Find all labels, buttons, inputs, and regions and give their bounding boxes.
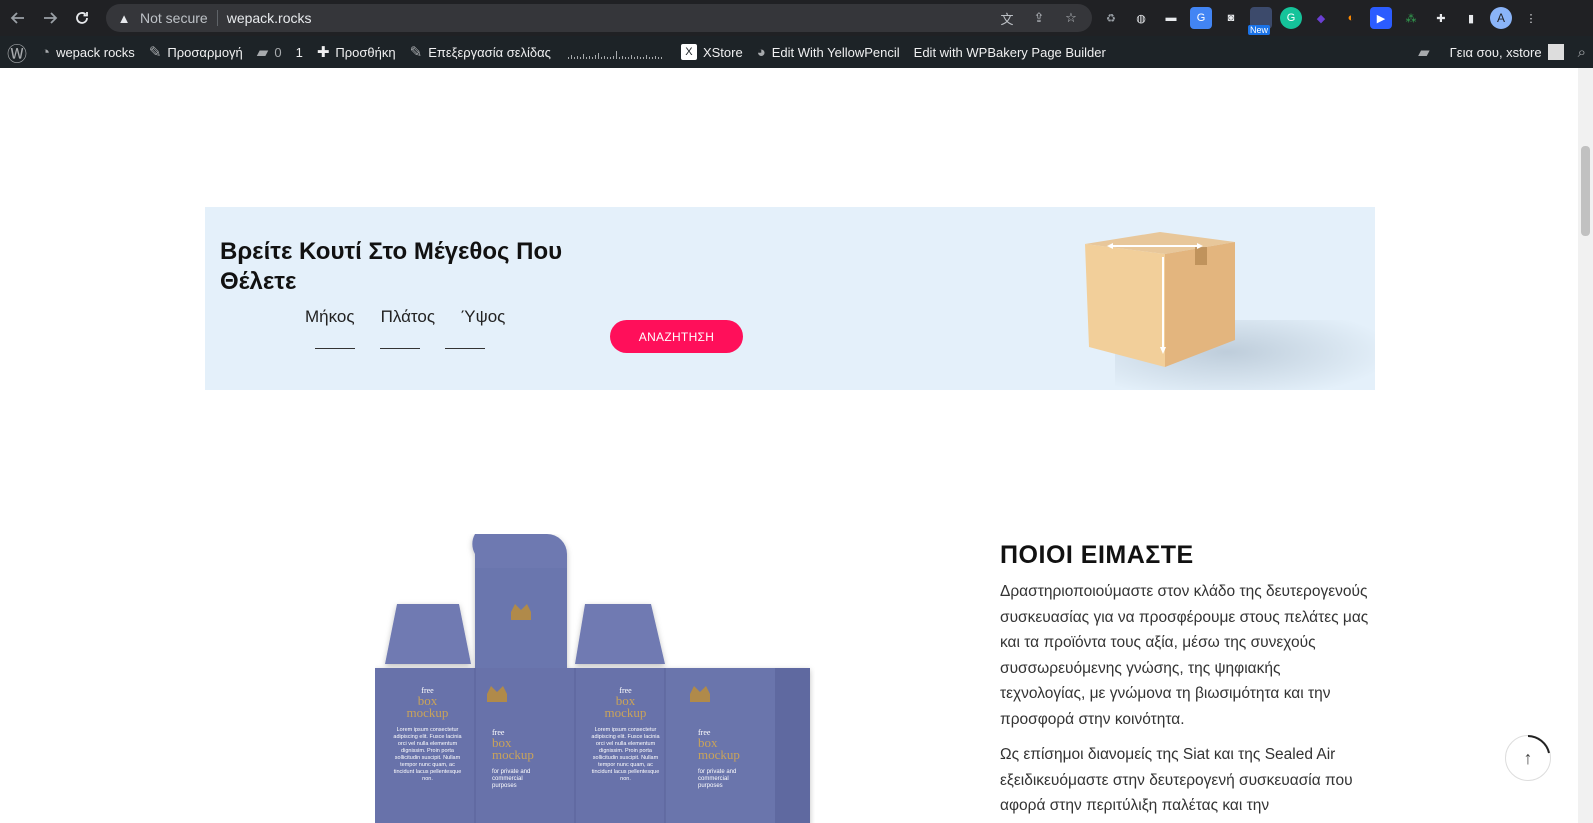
wordpress-logo-item[interactable]: Ⓦ <box>0 36 34 68</box>
mockup-lorem-1: Lorem ipsum consectetur adipiscing elit.… <box>393 727 462 782</box>
search-section-title: Βρείτε Κουτί Στο Μέγεθος Που Θέλετε <box>220 238 563 295</box>
browser-toolbar: ▲ Not secure wepack.rocks 文 ⇪ ☆ ♻ ◍ ▬ G … <box>0 0 1593 36</box>
forward-icon[interactable] <box>36 4 64 32</box>
translate-icon[interactable]: 文 <box>998 9 1016 27</box>
mockup-private-2: for private and commercial purposes <box>492 769 531 789</box>
side-panel-icon[interactable]: ▮ <box>1460 7 1482 29</box>
xstore-icon: X <box>680 44 697 60</box>
mockup-mockup-1: mockup <box>406 705 449 720</box>
page-scrollbar[interactable] <box>1578 68 1593 823</box>
about-title: ΠΟΙΟΙ ΕΙΜΑΣΤΕ <box>1000 541 1194 569</box>
brush-icon: ✎ <box>148 44 162 61</box>
reload-icon[interactable] <box>68 4 96 32</box>
back-icon[interactable] <box>4 4 32 32</box>
yellowpencil-label: Edit With YellowPencil <box>771 44 900 60</box>
scroll-progress-ring <box>1527 735 1550 754</box>
wpbakery-item[interactable]: Edit with WPBakery Page Builder <box>907 36 1113 68</box>
mockup-lorem-3: Lorem ipsum consectetur adipiscing elit.… <box>591 727 660 782</box>
pencil-icon: ✎ <box>409 44 423 61</box>
mockup-mockup-2: mockup <box>492 747 534 762</box>
mockup-panel-2: free box mockup for private and commerci… <box>492 728 562 790</box>
notifications-item[interactable]: ▰ <box>1411 36 1443 68</box>
about-paragraph-2: Ως επίσημοι διανομείς της Siat και της S… <box>1000 746 1353 814</box>
search-button[interactable]: ΑΝΑΖΗΤΗΣΗ <box>610 320 743 353</box>
cardboard-box-image <box>1085 232 1235 367</box>
globe-ext-icon[interactable]: ◍ <box>1130 7 1152 29</box>
new-ext-icon[interactable] <box>1248 7 1272 35</box>
dots-ext-icon[interactable]: ⁂ <box>1400 7 1422 29</box>
translate-ext-icon[interactable]: G <box>1190 7 1212 29</box>
user-avatar <box>1547 44 1564 60</box>
search-icon: ⌕ <box>1577 43 1586 61</box>
customize-label: Προσαρμογή <box>167 44 243 60</box>
edit-page-item[interactable]: ✎ Επεξεργασία σελίδας <box>403 36 558 68</box>
mockup-mockup-4: mockup <box>698 747 740 762</box>
about-text: Δραστηριοποιούμαστε στον κλάδο της δευτε… <box>1000 579 1370 823</box>
site-name-label: wepack rocks <box>56 44 135 60</box>
dashboard-icon: ◔ <box>41 43 51 61</box>
about-paragraph-1: Δραστηριοποιούμαστε στον κλάδο της δευτε… <box>1000 583 1369 728</box>
xstore-label: XStore <box>702 44 743 60</box>
width-input[interactable] <box>380 335 420 349</box>
separator <box>216 10 218 26</box>
print-ext-icon[interactable]: ▬ <box>1160 7 1182 29</box>
video-ext-icon[interactable]: ▶ <box>1370 7 1392 29</box>
wordpress-icon: Ⓦ <box>7 43 27 66</box>
chat-icon: ▰ <box>1418 44 1430 61</box>
mockup-panel-4: free box mockup for private and commerci… <box>698 728 768 790</box>
palette-icon: ◕ <box>756 43 766 61</box>
comments-count: 0 <box>274 44 282 60</box>
bookmark-star-icon[interactable]: ☆ <box>1062 9 1080 27</box>
length-label: Μήκος <box>305 307 355 326</box>
search-item[interactable]: ⌕ <box>1571 36 1593 68</box>
edit-page-label: Επεξεργασία σελίδας <box>428 44 551 60</box>
url-text[interactable]: wepack.rocks <box>227 10 312 26</box>
length-input[interactable] <box>315 335 355 349</box>
new-content-label: Προσθήκη <box>335 44 396 60</box>
page-content: Βρείτε Κουτί Στο Μέγεθος Που Θέλετε Μήκο… <box>0 68 1578 823</box>
updates-count: 1 <box>295 44 303 60</box>
customize-item[interactable]: ✎ Προσαρμογή <box>142 36 250 68</box>
camera-ext-icon[interactable]: ◙ <box>1220 7 1242 29</box>
plus-icon: ✚ <box>316 44 330 61</box>
greeting-label: Γεια σου, xstore <box>1449 44 1542 60</box>
stats-sparkline[interactable] <box>567 45 664 59</box>
menu-kebab-icon[interactable]: ⋮ <box>1520 7 1542 29</box>
address-bar[interactable]: ▲ Not secure wepack.rocks 文 ⇪ ☆ <box>106 4 1092 32</box>
width-label: Πλάτος <box>380 307 436 326</box>
wpbakery-label: Edit with WPBakery Page Builder <box>913 44 1106 60</box>
warning-icon: ▲ <box>117 10 131 26</box>
mockup-panel-3: free box mockup Lorem ipsum consectetur … <box>588 686 663 783</box>
extensions-puzzle-icon[interactable]: ✚ <box>1430 7 1452 29</box>
new-content-item[interactable]: ✚ Προσθήκη <box>310 36 403 68</box>
mockup-mockup-3: mockup <box>604 705 647 720</box>
mockup-panel-1: free box mockup Lorem ipsum consectetur … <box>390 686 465 783</box>
share-icon[interactable]: ⇪ <box>1030 9 1048 27</box>
height-input[interactable] <box>445 335 485 349</box>
height-label: Ύψος <box>461 307 506 326</box>
moon-ext-icon[interactable]: ◐ <box>1340 7 1362 29</box>
comments-item[interactable]: ▰ 0 <box>250 36 289 68</box>
grammarly-icon[interactable]: G <box>1280 7 1302 29</box>
comment-icon: ▰ <box>256 44 269 61</box>
site-name-item[interactable]: ◔ wepack rocks <box>34 36 142 68</box>
box-size-search-section: Βρείτε Κουτί Στο Μέγεθος Που Θέλετε Μήκο… <box>205 207 1375 390</box>
updates-item[interactable]: 1 <box>289 36 310 68</box>
dimension-labels: Μήκος Πλάτος Ύψος <box>305 307 505 327</box>
recycle-ext-icon[interactable]: ♻ <box>1100 7 1122 29</box>
profile-avatar[interactable]: A <box>1490 7 1512 29</box>
security-label: Not secure <box>140 10 208 26</box>
xstore-item[interactable]: X XStore <box>674 36 750 68</box>
mockup-private-4: for private and commercial purposes <box>698 769 737 789</box>
wp-admin-bar: Ⓦ ◔ wepack rocks ✎ Προσαρμογή ▰ 0 1 ✚ Πρ… <box>0 36 1593 68</box>
scrollbar-thumb[interactable] <box>1581 146 1590 236</box>
account-item[interactable]: Γεια σου, xstore <box>1443 36 1571 68</box>
gem-ext-icon[interactable]: ◆ <box>1310 7 1332 29</box>
yellowpencil-item[interactable]: ◕ Edit With YellowPencil <box>750 36 907 68</box>
